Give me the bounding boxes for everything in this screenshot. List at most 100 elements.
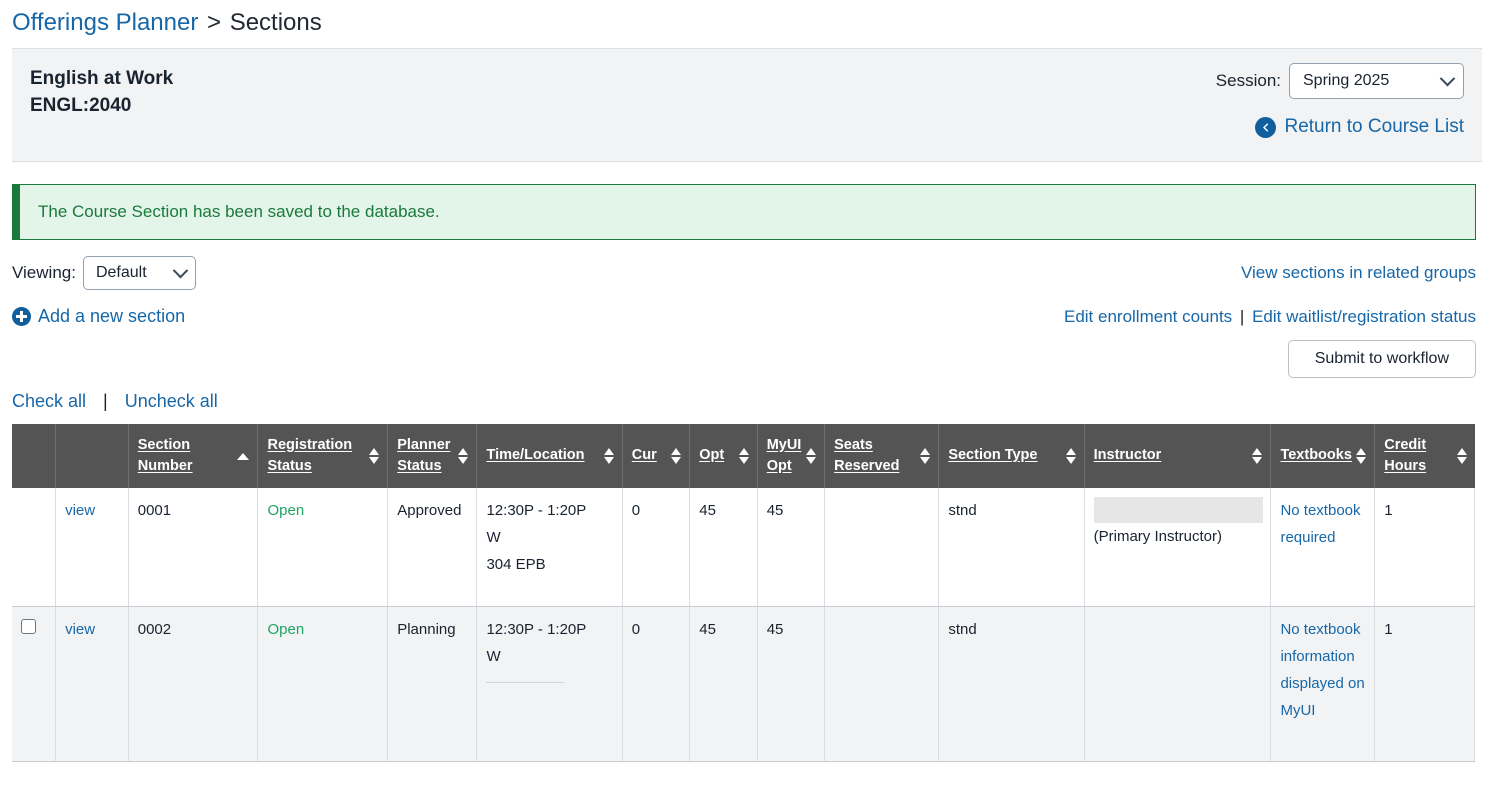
view-sections-in-related-groups-link[interactable]: View sections in related groups — [1241, 263, 1476, 283]
sort-both-icon[interactable] — [1252, 447, 1263, 465]
textbooks-link[interactable]: No textbook information displayed on MyU… — [1280, 621, 1364, 719]
cell-seats-reserved — [824, 606, 940, 762]
header-section-type-label: Section Type — [948, 447, 1038, 463]
status-badge: Open — [267, 502, 305, 519]
check-all-link[interactable]: Check all — [12, 391, 86, 411]
header-textbooks[interactable]: Textbooks — [1270, 424, 1376, 488]
check-all-row: Check all | Uncheck all — [0, 391, 1494, 412]
cell-opt: 45 — [689, 606, 758, 762]
header-planner-status[interactable]: Planner Status — [387, 424, 478, 488]
breadcrumb-separator: > — [207, 9, 222, 36]
header-credit-hours-label: Credit Hours — [1384, 436, 1427, 474]
header-credit-hours[interactable]: Credit Hours — [1374, 424, 1475, 488]
sort-both-icon[interactable] — [1456, 447, 1468, 465]
header-registration-status-label: Registration Status — [267, 436, 353, 474]
instructor-name-redacted — [1093, 497, 1264, 523]
cell-section-type: stnd — [938, 488, 1085, 607]
cell-section-type: stnd — [938, 606, 1085, 762]
edit-enrollment-counts-link[interactable]: Edit enrollment counts — [1064, 307, 1232, 326]
sort-both-icon[interactable] — [738, 447, 750, 465]
header-registration-status[interactable]: Registration Status — [257, 424, 389, 488]
sort-both-icon[interactable] — [920, 447, 931, 465]
uncheck-all-link[interactable]: Uncheck all — [125, 391, 218, 411]
session-select-value: Spring 2025 — [1303, 72, 1390, 89]
header-time-location[interactable]: Time/Location — [476, 424, 623, 488]
sort-both-icon[interactable] — [1356, 447, 1367, 465]
check-all-separator: | — [103, 391, 108, 411]
session-select[interactable]: Spring 2025 — [1289, 63, 1464, 99]
viewing-label: Viewing: — [12, 263, 76, 282]
add-and-edit-row: Add a new section Edit enrollment counts… — [0, 306, 1494, 327]
time-text: 12:30P - 1:20P — [486, 502, 587, 519]
status-badge: Open — [267, 620, 305, 638]
header-cur-label: Cur — [631, 447, 657, 463]
header-time-location-label: Time/Location — [486, 447, 585, 463]
row-view-cell[interactable]: view — [55, 488, 129, 607]
session-selector-row: Session: Spring 2025 — [1216, 63, 1464, 99]
table-row: view 0002 Open Planning 12:30P - 1:20P W… — [12, 606, 1475, 762]
cell-section-number: 0002 — [128, 606, 259, 762]
cell-textbooks[interactable]: No textbook required — [1270, 488, 1376, 607]
view-link[interactable]: view — [65, 621, 95, 638]
sections-table: Section Number Registration Status Plann… — [12, 424, 1475, 762]
cell-opt: 45 — [689, 488, 758, 607]
edit-links-group: Edit enrollment counts | Edit waitlist/r… — [1064, 307, 1476, 327]
cell-credit-hours: 1 — [1374, 488, 1475, 607]
cell-time-location: 12:30P - 1:20P W — [476, 606, 623, 762]
textbooks-link[interactable]: No textbook required — [1280, 502, 1360, 546]
header-section-type[interactable]: Section Type — [938, 424, 1085, 488]
sort-both-icon[interactable] — [1065, 447, 1077, 465]
cell-registration-status: Open — [257, 488, 389, 607]
cell-textbooks[interactable]: No textbook information displayed on MyU… — [1270, 606, 1376, 762]
sort-both-icon[interactable] — [671, 447, 682, 465]
sort-both-icon[interactable] — [806, 447, 817, 465]
back-arrow-icon — [1255, 116, 1277, 138]
view-link[interactable]: view — [65, 502, 95, 519]
header-section-number[interactable]: Section Number — [128, 424, 259, 488]
cell-instructor: (Primary Instructor) — [1084, 488, 1272, 607]
cell-planner-status: Approved — [387, 488, 478, 607]
return-to-course-list-link[interactable]: Return to Course List — [1216, 116, 1464, 138]
viewing-select[interactable]: Default — [82, 256, 196, 290]
row-select-cell[interactable] — [12, 606, 57, 762]
submit-workflow-row: Submit to workflow — [0, 340, 1494, 378]
table-row: view 0001 Open Approved 12:30P - 1:20P W… — [12, 488, 1475, 607]
edit-waitlist-registration-status-link[interactable]: Edit waitlist/registration status — [1252, 307, 1476, 326]
cell-registration-status: Open — [257, 606, 389, 762]
sort-ascending-icon[interactable] — [237, 447, 250, 465]
sort-both-icon[interactable] — [603, 447, 615, 465]
time-text: 12:30P - 1:20P — [486, 620, 587, 638]
cell-myui-opt: 45 — [757, 606, 826, 762]
chevron-down-icon — [172, 262, 189, 278]
sort-both-icon[interactable] — [369, 447, 380, 465]
sort-both-icon[interactable] — [458, 447, 469, 465]
header-myui-opt[interactable]: MyUI Opt — [757, 424, 826, 488]
cell-instructor — [1084, 606, 1272, 762]
header-planner-status-label: Planner Status — [397, 436, 451, 474]
sections-table-wrapper: Section Number Registration Status Plann… — [12, 424, 1475, 762]
breadcrumb-link-offerings-planner[interactable]: Offerings Planner — [12, 9, 198, 36]
chevron-down-icon — [1439, 70, 1456, 86]
cell-cur: 0 — [622, 488, 691, 607]
plus-circle-icon — [12, 307, 31, 326]
row-select-cell — [12, 488, 57, 607]
row-checkbox[interactable] — [21, 618, 36, 634]
add-new-section-label: Add a new section — [38, 306, 186, 326]
success-banner: The Course Section has been saved to the… — [12, 184, 1476, 240]
breadcrumb: Offerings Planner > Sections — [0, 0, 1494, 48]
header-opt[interactable]: Opt — [689, 424, 758, 488]
session-label: Session: — [1215, 71, 1281, 90]
return-to-course-list-label: Return to Course List — [1284, 116, 1464, 137]
submit-to-workflow-button[interactable]: Submit to workflow — [1287, 340, 1476, 378]
header-cur[interactable]: Cur — [622, 424, 691, 488]
header-instructor[interactable]: Instructor — [1084, 424, 1272, 488]
header-seats-reserved[interactable]: Seats Reserved — [824, 424, 940, 488]
add-new-section-link[interactable]: Add a new section — [12, 306, 185, 327]
cell-seats-reserved — [824, 488, 940, 607]
header-opt-label: Opt — [699, 447, 725, 463]
location-placeholder — [486, 681, 565, 683]
row-view-cell[interactable]: view — [55, 606, 129, 762]
header-textbooks-label: Textbooks — [1280, 447, 1352, 463]
viewing-control: Viewing: Default — [12, 256, 196, 290]
table-header-row: Section Number Registration Status Plann… — [12, 424, 1475, 488]
